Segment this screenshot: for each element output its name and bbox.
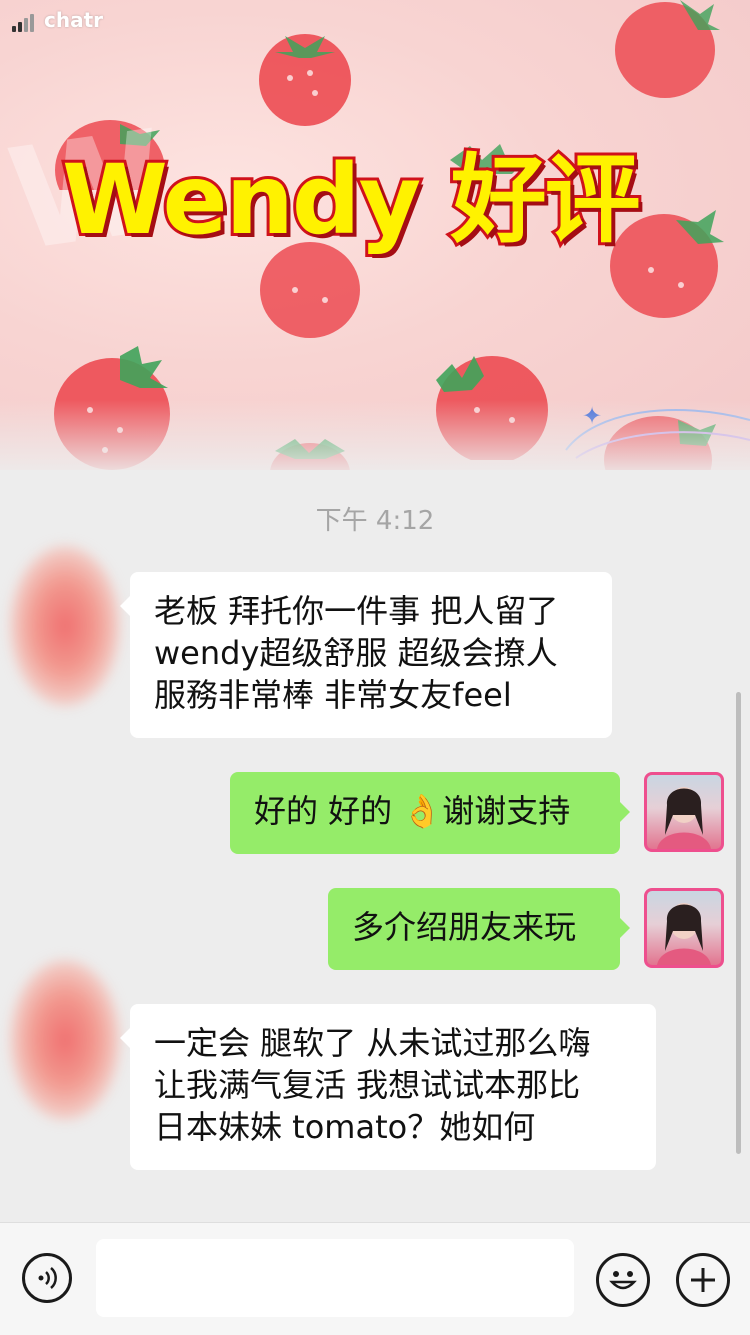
- timestamp: 下午 4:12: [315, 506, 435, 536]
- message-line: 服務非常棒 非常女友feel: [154, 676, 512, 714]
- message-line: wendy超级舒服 超级会撩人: [154, 634, 558, 672]
- self-avatar[interactable]: [644, 888, 724, 968]
- message-line: 老板 拜托你一件事 把人留了: [154, 592, 559, 630]
- status-bar: chatr: [12, 8, 103, 32]
- emoji-icon: [609, 1271, 637, 1290]
- strawberry-icon: [259, 34, 351, 126]
- signal-icon: [12, 14, 34, 32]
- message-line: 让我满气复活 我想试试本那比: [154, 1066, 581, 1104]
- input-bar: [0, 1222, 750, 1335]
- message-text: 多介绍朋友来玩: [352, 908, 577, 946]
- portrait-icon: [657, 787, 711, 849]
- plus-button[interactable]: [676, 1253, 730, 1307]
- carrier-name: chatr: [44, 8, 104, 32]
- banner-fade: [0, 400, 750, 470]
- message-bubble-outgoing[interactable]: 好的 好的 👌谢谢支持: [230, 772, 630, 854]
- banner: W ✦ Wendy 好评 chatr: [0, 0, 750, 470]
- scrollbar[interactable]: [736, 692, 741, 1154]
- portrait-icon: [657, 903, 711, 965]
- banner-title: Wendy 好评: [59, 141, 644, 259]
- message-input[interactable]: [96, 1239, 574, 1317]
- voice-icon: [38, 1267, 57, 1289]
- message-bubble-incoming[interactable]: 老板 拜托你一件事 把人留了 wendy超级舒服 超级会撩人 服務非常棒 非常女…: [120, 572, 612, 738]
- message-text: 好的 好的 👌谢谢支持: [254, 792, 571, 830]
- contact-avatar[interactable]: [10, 546, 120, 706]
- emoji-button[interactable]: [596, 1253, 650, 1307]
- message-bubble-outgoing[interactable]: 多介绍朋友来玩: [328, 888, 630, 970]
- self-avatar[interactable]: [644, 772, 724, 852]
- message-bubble-incoming[interactable]: 一定会 腿软了 从未试过那么嗨 让我满气复活 我想试试本那比 日本妹妹 toma…: [120, 1004, 656, 1170]
- message-line: 一定会 腿软了 从未试过那么嗨: [154, 1024, 591, 1062]
- plus-icon: [691, 1268, 715, 1292]
- voice-button[interactable]: [22, 1253, 72, 1303]
- strawberry-icon: [615, 0, 720, 98]
- message-line: 日本妹妹 tomato？她如何: [154, 1108, 536, 1146]
- contact-avatar[interactable]: [10, 960, 120, 1120]
